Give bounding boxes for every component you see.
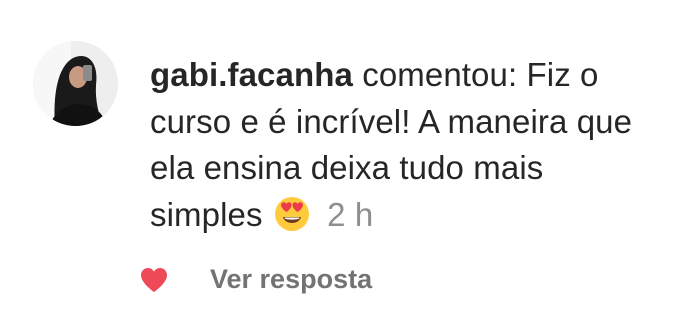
- avatar[interactable]: [33, 41, 118, 126]
- comment-action-text: comentou:: [362, 56, 518, 93]
- heart-eyes-emoji-icon: [274, 196, 310, 232]
- username-link[interactable]: gabi.facanha: [150, 56, 353, 93]
- heart-icon: [141, 268, 167, 292]
- comment-item: gabi.facanha comentou: Fiz o curso e é i…: [0, 0, 683, 321]
- comment-body: gabi.facanha comentou: Fiz o curso e é i…: [150, 52, 660, 238]
- view-replies-link[interactable]: Ver resposta: [210, 262, 372, 296]
- avatar-photo: [33, 41, 118, 126]
- like-button[interactable]: [140, 267, 168, 293]
- timestamp[interactable]: 2 h: [327, 196, 373, 233]
